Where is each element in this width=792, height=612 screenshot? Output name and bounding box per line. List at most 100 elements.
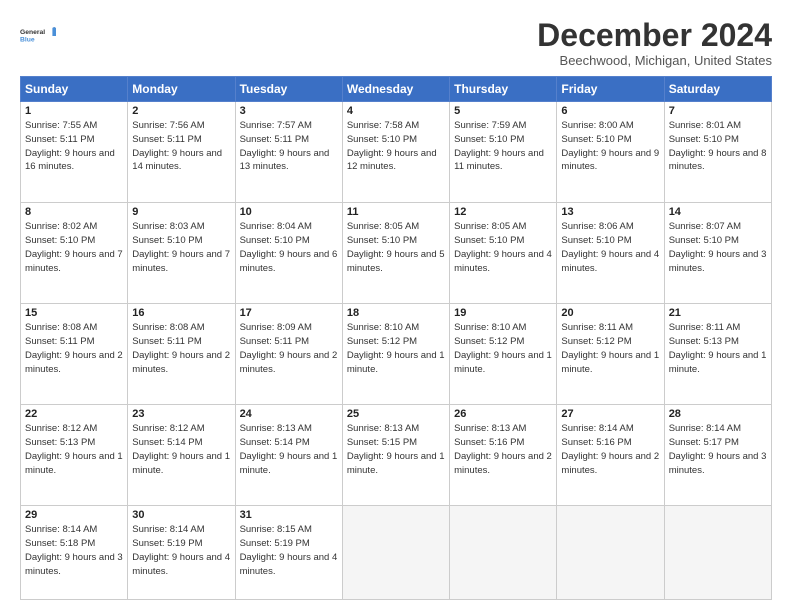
day-number: 8 [25, 206, 123, 218]
calendar-header-row: SundayMondayTuesdayWednesdayThursdayFrid… [21, 77, 772, 102]
day-number: 21 [669, 307, 767, 319]
day-info: Sunrise: 8:08 AMSunset: 5:11 PMDaylight:… [132, 321, 230, 376]
day-number: 10 [240, 206, 338, 218]
calendar-day-17: 17Sunrise: 8:09 AMSunset: 5:11 PMDayligh… [235, 304, 342, 405]
calendar-header-sunday: Sunday [21, 77, 128, 102]
day-info: Sunrise: 8:06 AMSunset: 5:10 PMDaylight:… [561, 220, 659, 275]
day-info: Sunrise: 8:03 AMSunset: 5:10 PMDaylight:… [132, 220, 230, 275]
calendar-header-friday: Friday [557, 77, 664, 102]
day-info: Sunrise: 7:58 AMSunset: 5:10 PMDaylight:… [347, 119, 445, 174]
calendar-day-empty [450, 506, 557, 600]
calendar-day-12: 12Sunrise: 8:05 AMSunset: 5:10 PMDayligh… [450, 203, 557, 304]
calendar-day-14: 14 Sunrise: 8:07 AMSunset: 5:10 PMDayligh… [664, 203, 771, 304]
day-info: Sunrise: 8:14 AMSunset: 5:17 PMDaylight:… [669, 422, 767, 477]
calendar-day-13: 13 Sunrise: 8:06 AMSunset: 5:10 PMDayligh… [557, 203, 664, 304]
day-number: 3 [240, 105, 338, 117]
day-info: Sunrise: 8:04 AMSunset: 5:10 PMDaylight:… [240, 220, 338, 275]
day-number: 11 [347, 206, 445, 218]
calendar-header-tuesday: Tuesday [235, 77, 342, 102]
calendar-day-27: 27Sunrise: 8:14 AMSunset: 5:16 PMDayligh… [557, 405, 664, 506]
calendar-header-thursday: Thursday [450, 77, 557, 102]
calendar-day-10: 10 Sunrise: 8:04 AMSunset: 5:10 PMDayligh… [235, 203, 342, 304]
calendar-day-26: 26 Sunrise: 8:13 AMSunset: 5:16 PMDayligh… [450, 405, 557, 506]
day-number: 5 [454, 105, 552, 117]
day-number: 27 [561, 408, 659, 420]
day-info: Sunrise: 8:13 AMSunset: 5:16 PMDaylight:… [454, 422, 552, 477]
calendar-day-30: 30Sunrise: 8:14 AMSunset: 5:19 PMDayligh… [128, 506, 235, 600]
day-number: 7 [669, 105, 767, 117]
calendar-week-5: 29 Sunrise: 8:14 AMSunset: 5:18 PMDayligh… [21, 506, 772, 600]
month-title: December 2024 [537, 18, 772, 53]
calendar-day-4: 4Sunrise: 7:58 AMSunset: 5:10 PMDaylight… [342, 102, 449, 203]
day-number: 24 [240, 408, 338, 420]
calendar-day-5: 5 Sunrise: 7:59 AMSunset: 5:10 PMDaylight… [450, 102, 557, 203]
day-number: 25 [347, 408, 445, 420]
svg-text:Blue: Blue [20, 36, 35, 43]
day-number: 19 [454, 307, 552, 319]
day-info: Sunrise: 7:56 AMSunset: 5:11 PMDaylight:… [132, 119, 230, 174]
day-info: Sunrise: 8:15 AMSunset: 5:19 PMDaylight:… [240, 523, 338, 578]
calendar-day-11: 11 Sunrise: 8:05 AMSunset: 5:10 PMDayligh… [342, 203, 449, 304]
day-info: Sunrise: 8:08 AMSunset: 5:11 PMDaylight:… [25, 321, 123, 376]
calendar-header-monday: Monday [128, 77, 235, 102]
calendar-week-4: 22Sunrise: 8:12 AMSunset: 5:13 PMDayligh… [21, 405, 772, 506]
day-number: 15 [25, 307, 123, 319]
calendar-day-21: 21 Sunrise: 8:11 AMSunset: 5:13 PMDayligh… [664, 304, 771, 405]
calendar-day-25: 25 Sunrise: 8:13 AMSunset: 5:15 PMDayligh… [342, 405, 449, 506]
title-block: December 2024 Beechwood, Michigan, Unite… [537, 18, 772, 68]
day-info: Sunrise: 8:11 AMSunset: 5:12 PMDaylight:… [561, 321, 659, 376]
calendar-day-29: 29 Sunrise: 8:14 AMSunset: 5:18 PMDayligh… [21, 506, 128, 600]
day-info: Sunrise: 8:05 AMSunset: 5:10 PMDaylight:… [454, 220, 552, 275]
day-number: 16 [132, 307, 230, 319]
day-number: 29 [25, 509, 123, 521]
calendar-day-9: 9Sunrise: 8:03 AMSunset: 5:10 PMDaylight… [128, 203, 235, 304]
day-info: Sunrise: 8:02 AMSunset: 5:10 PMDaylight:… [25, 220, 123, 275]
day-info: Sunrise: 8:05 AMSunset: 5:10 PMDaylight:… [347, 220, 445, 275]
calendar-body: 1Sunrise: 7:55 AMSunset: 5:11 PMDaylight… [21, 102, 772, 600]
day-number: 23 [132, 408, 230, 420]
day-number: 30 [132, 509, 230, 521]
day-info: Sunrise: 8:10 AMSunset: 5:12 PMDaylight:… [347, 321, 445, 376]
header: General Blue December 2024 Beechwood, Mi… [20, 18, 772, 68]
day-number: 18 [347, 307, 445, 319]
day-info: Sunrise: 8:09 AMSunset: 5:11 PMDaylight:… [240, 321, 338, 376]
day-info: Sunrise: 7:59 AMSunset: 5:10 PMDaylight:… [454, 119, 552, 174]
day-info: Sunrise: 8:12 AMSunset: 5:14 PMDaylight:… [132, 422, 230, 477]
day-number: 6 [561, 105, 659, 117]
day-number: 26 [454, 408, 552, 420]
svg-text:General: General [20, 29, 45, 36]
day-info: Sunrise: 8:07 AMSunset: 5:10 PMDaylight:… [669, 220, 767, 275]
day-number: 1 [25, 105, 123, 117]
calendar-day-28: 28Sunrise: 8:14 AMSunset: 5:17 PMDayligh… [664, 405, 771, 506]
calendar-week-3: 15 Sunrise: 8:08 AMSunset: 5:11 PMDayligh… [21, 304, 772, 405]
calendar-header-wednesday: Wednesday [342, 77, 449, 102]
calendar-day-23: 23 Sunrise: 8:12 AMSunset: 5:14 PMDayligh… [128, 405, 235, 506]
calendar-week-2: 8 Sunrise: 8:02 AMSunset: 5:10 PMDaylight… [21, 203, 772, 304]
day-info: Sunrise: 8:14 AMSunset: 5:18 PMDaylight:… [25, 523, 123, 578]
logo-svg: General Blue [20, 18, 56, 54]
calendar-day-8: 8 Sunrise: 8:02 AMSunset: 5:10 PMDaylight… [21, 203, 128, 304]
calendar-week-1: 1Sunrise: 7:55 AMSunset: 5:11 PMDaylight… [21, 102, 772, 203]
calendar-day-15: 15 Sunrise: 8:08 AMSunset: 5:11 PMDayligh… [21, 304, 128, 405]
day-info: Sunrise: 8:01 AMSunset: 5:10 PMDaylight:… [669, 119, 767, 174]
calendar-day-6: 6 Sunrise: 8:00 AMSunset: 5:10 PMDaylight… [557, 102, 664, 203]
day-number: 31 [240, 509, 338, 521]
logo: General Blue [20, 18, 56, 54]
day-info: Sunrise: 8:00 AMSunset: 5:10 PMDaylight:… [561, 119, 659, 174]
day-info: Sunrise: 7:57 AMSunset: 5:11 PMDaylight:… [240, 119, 338, 174]
calendar-day-24: 24 Sunrise: 8:13 AMSunset: 5:14 PMDayligh… [235, 405, 342, 506]
calendar-day-31: 31 Sunrise: 8:15 AMSunset: 5:19 PMDayligh… [235, 506, 342, 600]
day-info: Sunrise: 8:13 AMSunset: 5:14 PMDaylight:… [240, 422, 338, 477]
day-number: 14 [669, 206, 767, 218]
day-info: Sunrise: 8:13 AMSunset: 5:15 PMDaylight:… [347, 422, 445, 477]
calendar-header-saturday: Saturday [664, 77, 771, 102]
day-number: 2 [132, 105, 230, 117]
calendar-day-20: 20 Sunrise: 8:11 AMSunset: 5:12 PMDayligh… [557, 304, 664, 405]
day-number: 13 [561, 206, 659, 218]
calendar-day-19: 19Sunrise: 8:10 AMSunset: 5:12 PMDayligh… [450, 304, 557, 405]
day-number: 20 [561, 307, 659, 319]
calendar-day-18: 18 Sunrise: 8:10 AMSunset: 5:12 PMDayligh… [342, 304, 449, 405]
page: General Blue December 2024 Beechwood, Mi… [0, 0, 792, 612]
day-info: Sunrise: 8:11 AMSunset: 5:13 PMDaylight:… [669, 321, 767, 376]
calendar-day-16: 16 Sunrise: 8:08 AMSunset: 5:11 PMDayligh… [128, 304, 235, 405]
